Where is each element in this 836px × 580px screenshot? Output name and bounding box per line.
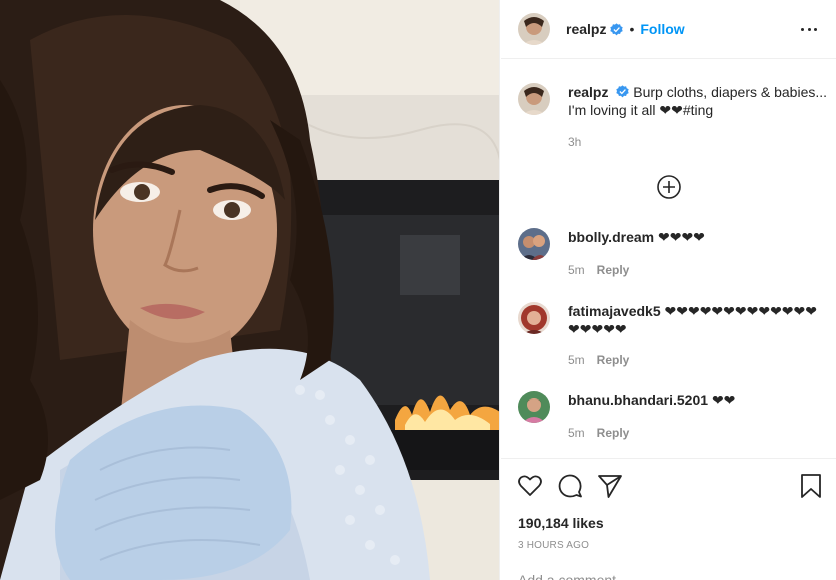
comment-username[interactable]: fatimajavedk5 xyxy=(568,303,661,319)
commenter-avatar[interactable] xyxy=(518,302,550,334)
post-timestamp[interactable]: 3 HOURS AGO xyxy=(518,540,589,551)
share-send-icon[interactable] xyxy=(597,473,623,499)
comment-time: 5m xyxy=(568,426,585,440)
comment-time: 5m xyxy=(568,353,585,367)
author-username[interactable]: realpz xyxy=(566,21,606,37)
caption-time: 3h xyxy=(568,135,582,149)
caption-username[interactable]: realpz xyxy=(568,84,608,100)
save-bookmark-icon[interactable] xyxy=(799,473,823,499)
add-comment-input[interactable]: Add a comment... xyxy=(518,572,628,580)
reply-button[interactable]: Reply xyxy=(597,426,630,440)
more-options-icon[interactable] xyxy=(801,21,817,37)
load-more-comments-icon[interactable] xyxy=(656,174,682,200)
comment-text: ❤❤ xyxy=(711,392,736,408)
separator-dot: • xyxy=(629,21,635,37)
comment-username[interactable]: bhanu.bhandari.5201 xyxy=(568,392,708,408)
caption-verified-icon xyxy=(616,85,630,98)
comments-section[interactable]: realpz Burp cloths, diapers & babies... … xyxy=(501,60,836,458)
reply-button[interactable]: Reply xyxy=(597,353,630,367)
post-image xyxy=(0,0,499,580)
commenter-avatar[interactable] xyxy=(518,228,550,260)
post-actions: 190,184 likes 3 HOURS AGO Add a comment.… xyxy=(501,458,836,580)
follow-button[interactable]: Follow xyxy=(640,21,684,37)
post-header: realpz • Follow xyxy=(501,0,836,59)
post-photo[interactable] xyxy=(0,0,500,580)
post-details-panel: realpz • Follow realpz Burp cloths, diap… xyxy=(501,0,836,580)
author-avatar[interactable] xyxy=(518,13,550,45)
caption-line-1: Burp cloths, diapers & babies... xyxy=(633,84,828,100)
commenter-avatar[interactable] xyxy=(518,391,550,423)
comment-username[interactable]: bbolly.dream xyxy=(568,229,654,245)
comment-time: 5m xyxy=(568,263,585,277)
caption-line-2: I'm loving it all ❤❤#ting xyxy=(568,102,714,118)
like-heart-icon[interactable] xyxy=(517,473,543,499)
comment-text: ❤❤❤❤ xyxy=(657,229,705,245)
likes-count[interactable]: 190,184 likes xyxy=(518,515,604,531)
reply-button[interactable]: Reply xyxy=(597,263,630,277)
comment-bubble-icon[interactable] xyxy=(557,473,583,499)
caption-avatar[interactable] xyxy=(518,83,550,115)
caption-body: realpz Burp cloths, diapers & babies... … xyxy=(568,83,832,119)
verified-badge-icon xyxy=(610,22,624,35)
